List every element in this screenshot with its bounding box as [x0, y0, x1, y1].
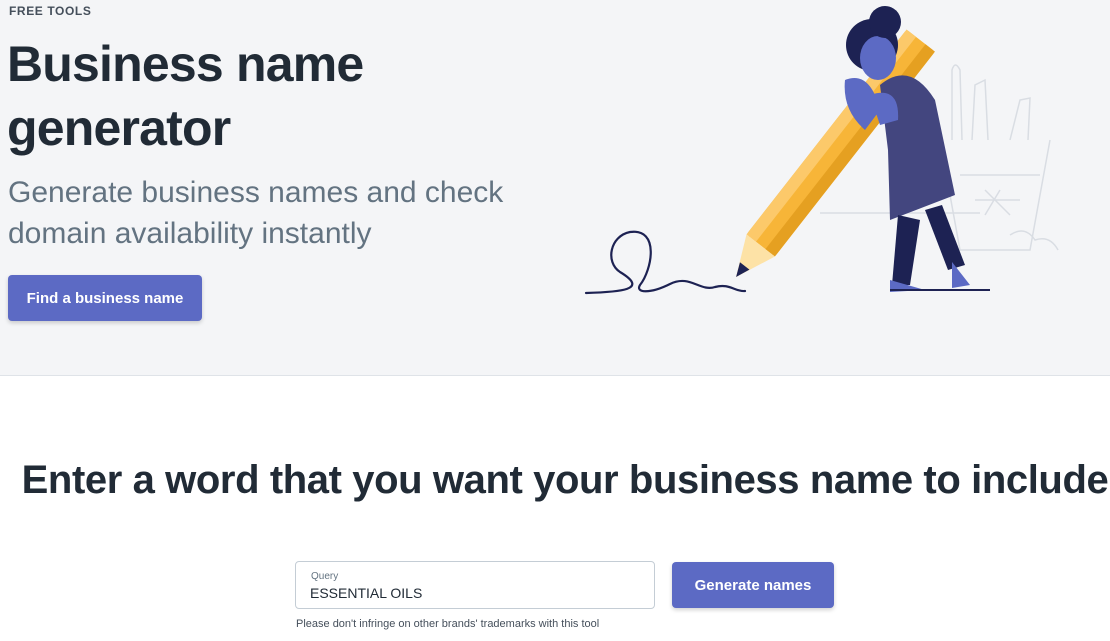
generate-names-button[interactable]: Generate names	[672, 562, 834, 608]
generator-heading: Enter a word that you want your business…	[21, 458, 1109, 502]
eyebrow-label: FREE TOOLS	[9, 4, 92, 18]
page-title: Business name generator	[7, 36, 364, 156]
query-label: Query	[311, 571, 339, 582]
hero-section: FREE TOOLS Business name generator Gener…	[0, 0, 1110, 376]
find-business-name-button[interactable]: Find a business name	[8, 275, 202, 321]
hero-subtitle: Generate business names and check domain…	[8, 176, 504, 250]
query-input[interactable]	[310, 585, 630, 601]
woman-writing-illustration	[584, 6, 1059, 295]
trademark-disclaimer: Please don't infringe on other brands' t…	[296, 618, 600, 630]
signature-line	[584, 230, 747, 295]
query-field[interactable]: Query	[295, 561, 655, 609]
